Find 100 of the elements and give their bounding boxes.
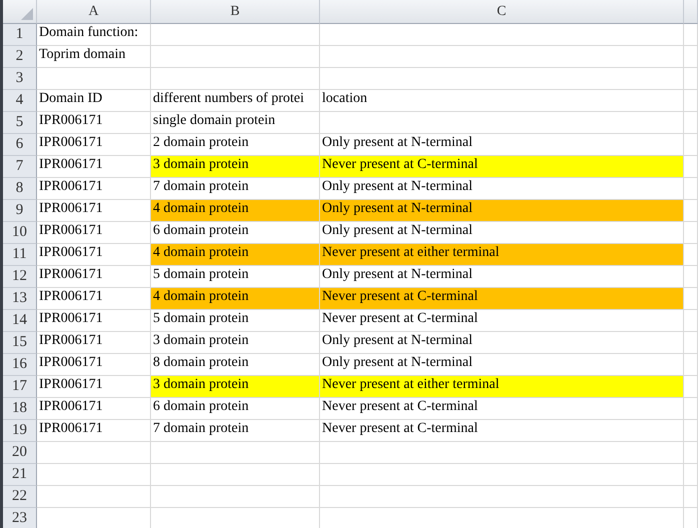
table-cell[interactable]: IPR006171 xyxy=(37,398,151,420)
table-cell[interactable] xyxy=(151,486,320,508)
table-cell[interactable] xyxy=(684,354,698,376)
table-cell[interactable]: 3 domain protein xyxy=(151,332,320,354)
row-header[interactable]: 2 xyxy=(3,46,37,68)
table-cell[interactable] xyxy=(684,486,698,508)
table-cell[interactable]: 4 domain protein xyxy=(151,288,320,310)
table-cell[interactable]: Never present at either terminal xyxy=(320,376,684,398)
column-header[interactable]: C xyxy=(320,0,684,24)
table-cell[interactable] xyxy=(684,442,698,464)
table-cell[interactable]: Never present at C-terminal xyxy=(320,398,684,420)
table-cell[interactable]: IPR006171 xyxy=(37,310,151,332)
table-cell[interactable] xyxy=(684,244,698,266)
table-cell[interactable] xyxy=(684,310,698,332)
table-cell[interactable]: location xyxy=(320,90,684,112)
table-cell[interactable]: Never present at C-terminal xyxy=(320,420,684,442)
table-cell[interactable] xyxy=(684,222,698,244)
table-cell[interactable] xyxy=(37,464,151,486)
row-header[interactable]: 7 xyxy=(3,156,37,178)
table-cell[interactable]: Never present at C-terminal xyxy=(320,310,684,332)
table-cell[interactable]: 7 domain protein xyxy=(151,420,320,442)
row-header[interactable]: 8 xyxy=(3,178,37,200)
table-cell[interactable] xyxy=(684,24,698,46)
row-header[interactable]: 21 xyxy=(3,464,37,486)
row-header[interactable]: 17 xyxy=(3,376,37,398)
table-cell[interactable]: 3 domain protein xyxy=(151,376,320,398)
table-cell[interactable] xyxy=(684,46,698,68)
row-header[interactable]: 5 xyxy=(3,112,37,134)
table-cell[interactable] xyxy=(151,46,320,68)
table-cell[interactable] xyxy=(151,68,320,90)
table-cell[interactable] xyxy=(684,178,698,200)
table-cell[interactable]: Only present at N-terminal xyxy=(320,332,684,354)
table-cell[interactable] xyxy=(684,134,698,156)
row-header[interactable]: 22 xyxy=(3,486,37,508)
row-header[interactable]: 6 xyxy=(3,134,37,156)
select-all-icon[interactable] xyxy=(21,8,33,20)
row-header[interactable]: 16 xyxy=(3,354,37,376)
table-cell[interactable] xyxy=(320,442,684,464)
row-header[interactable]: 20 xyxy=(3,442,37,464)
table-cell[interactable] xyxy=(151,24,320,46)
row-header[interactable]: 9 xyxy=(3,200,37,222)
row-header[interactable]: 10 xyxy=(3,222,37,244)
table-cell[interactable] xyxy=(684,420,698,442)
table-cell[interactable] xyxy=(684,200,698,222)
table-cell[interactable]: IPR006171 xyxy=(37,354,151,376)
table-cell[interactable]: Never present at C-terminal xyxy=(320,156,684,178)
table-cell[interactable]: 3 domain protein xyxy=(151,156,320,178)
row-header[interactable]: 4 xyxy=(3,90,37,112)
table-cell[interactable] xyxy=(151,464,320,486)
row-header[interactable]: 12 xyxy=(3,266,37,288)
column-header[interactable]: B xyxy=(151,0,320,24)
table-cell[interactable]: Domain function: xyxy=(37,24,151,46)
table-cell[interactable] xyxy=(151,442,320,464)
row-header[interactable]: 18 xyxy=(3,398,37,420)
table-cell[interactable] xyxy=(320,46,684,68)
table-cell[interactable]: IPR006171 xyxy=(37,420,151,442)
table-cell[interactable] xyxy=(320,24,684,46)
table-cell[interactable]: IPR006171 xyxy=(37,134,151,156)
table-cell[interactable] xyxy=(684,112,698,134)
table-cell[interactable] xyxy=(37,442,151,464)
table-cell[interactable]: IPR006171 xyxy=(37,112,151,134)
table-cell[interactable] xyxy=(684,376,698,398)
column-header[interactable]: A xyxy=(37,0,151,24)
row-header[interactable]: 15 xyxy=(3,332,37,354)
table-cell[interactable]: Toprim domain xyxy=(37,46,151,68)
table-cell[interactable]: Never present at either terminal xyxy=(320,244,684,266)
table-cell[interactable]: IPR006171 xyxy=(37,222,151,244)
table-cell[interactable] xyxy=(684,68,698,90)
table-cell[interactable] xyxy=(320,464,684,486)
row-header[interactable]: 3 xyxy=(3,68,37,90)
row-header[interactable]: 11 xyxy=(3,244,37,266)
table-cell[interactable] xyxy=(320,486,684,508)
row-header[interactable]: 19 xyxy=(3,420,37,442)
table-cell[interactable] xyxy=(684,90,698,112)
table-cell[interactable] xyxy=(684,288,698,310)
table-cell[interactable]: IPR006171 xyxy=(37,178,151,200)
table-cell[interactable] xyxy=(684,266,698,288)
table-cell[interactable] xyxy=(684,332,698,354)
table-cell[interactable] xyxy=(684,464,698,486)
table-cell[interactable] xyxy=(320,68,684,90)
row-header[interactable]: 13 xyxy=(3,288,37,310)
table-cell[interactable] xyxy=(684,156,698,178)
table-cell[interactable]: IPR006171 xyxy=(37,266,151,288)
row-header[interactable]: 1 xyxy=(3,24,37,46)
table-cell[interactable]: single domain protein xyxy=(151,112,320,134)
table-cell[interactable] xyxy=(37,68,151,90)
row-header[interactable]: 14 xyxy=(3,310,37,332)
table-cell[interactable]: 5 domain protein xyxy=(151,310,320,332)
table-cell[interactable]: Domain ID xyxy=(37,90,151,112)
table-cell[interactable]: IPR006171 xyxy=(37,332,151,354)
table-cell[interactable]: 4 domain protein xyxy=(151,200,320,222)
table-cell[interactable] xyxy=(684,398,698,420)
table-cell[interactable]: different numbers of protei xyxy=(151,90,320,112)
table-cell[interactable]: 6 domain protein xyxy=(151,398,320,420)
table-cell[interactable] xyxy=(320,112,684,134)
table-cell[interactable] xyxy=(37,486,151,508)
table-cell[interactable]: Only present at N-terminal xyxy=(320,200,684,222)
table-cell[interactable]: 4 domain protein xyxy=(151,244,320,266)
row-header[interactable]: 23 xyxy=(3,508,37,528)
table-cell[interactable]: Never present at C-terminal xyxy=(320,288,684,310)
